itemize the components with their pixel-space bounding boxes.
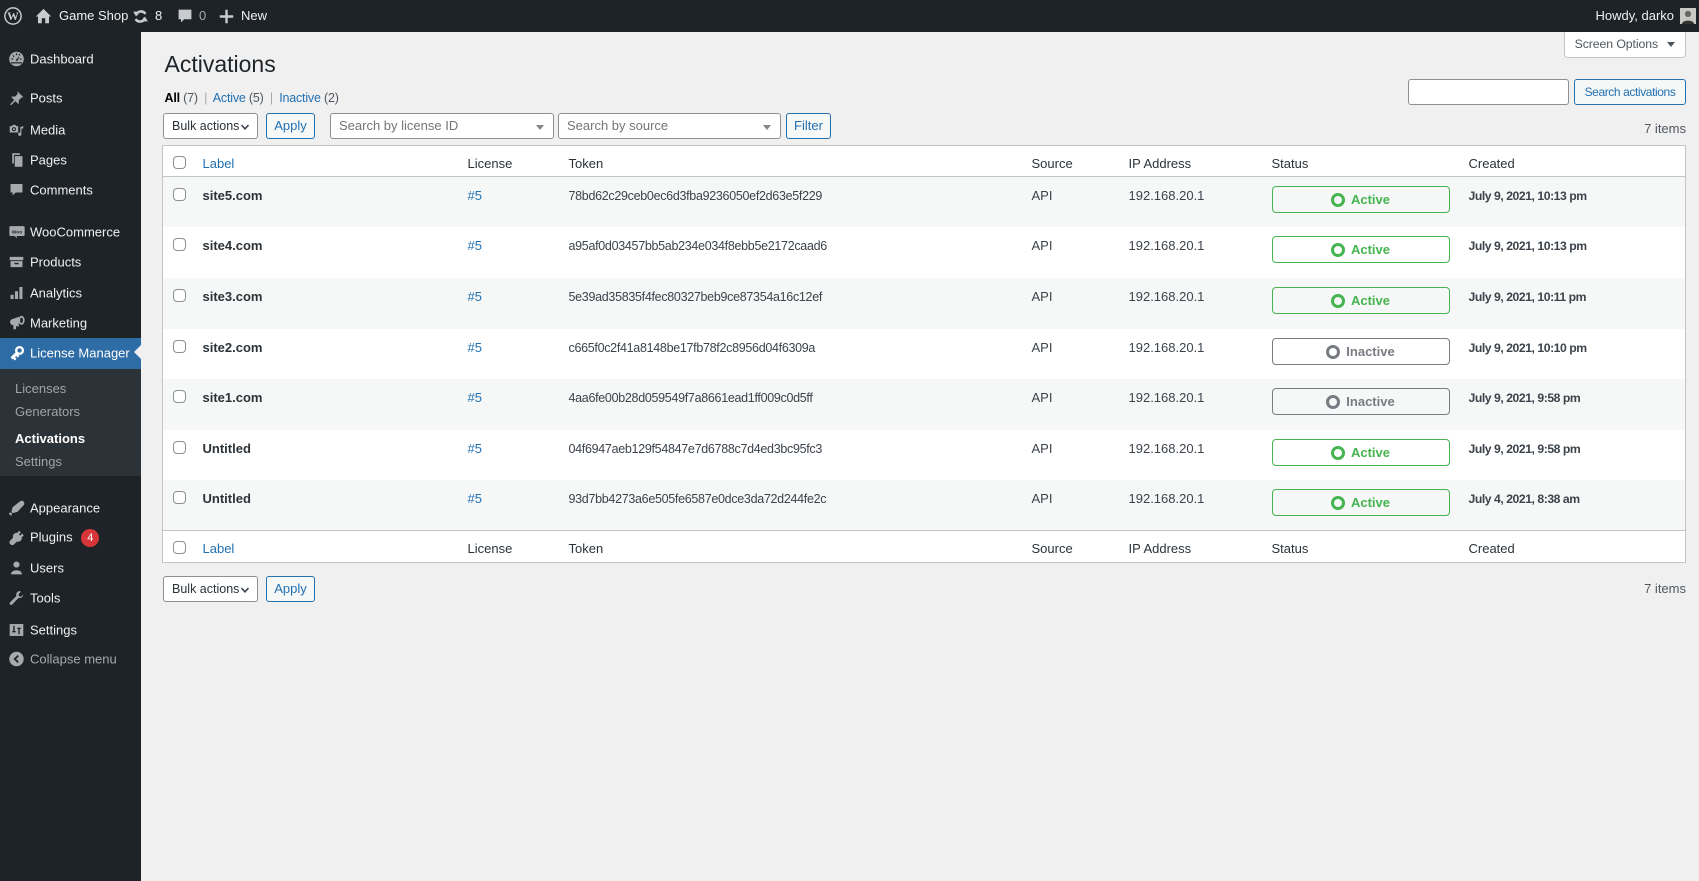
svg-text:W: W: [7, 10, 19, 23]
svg-text:Woo: Woo: [12, 229, 22, 235]
